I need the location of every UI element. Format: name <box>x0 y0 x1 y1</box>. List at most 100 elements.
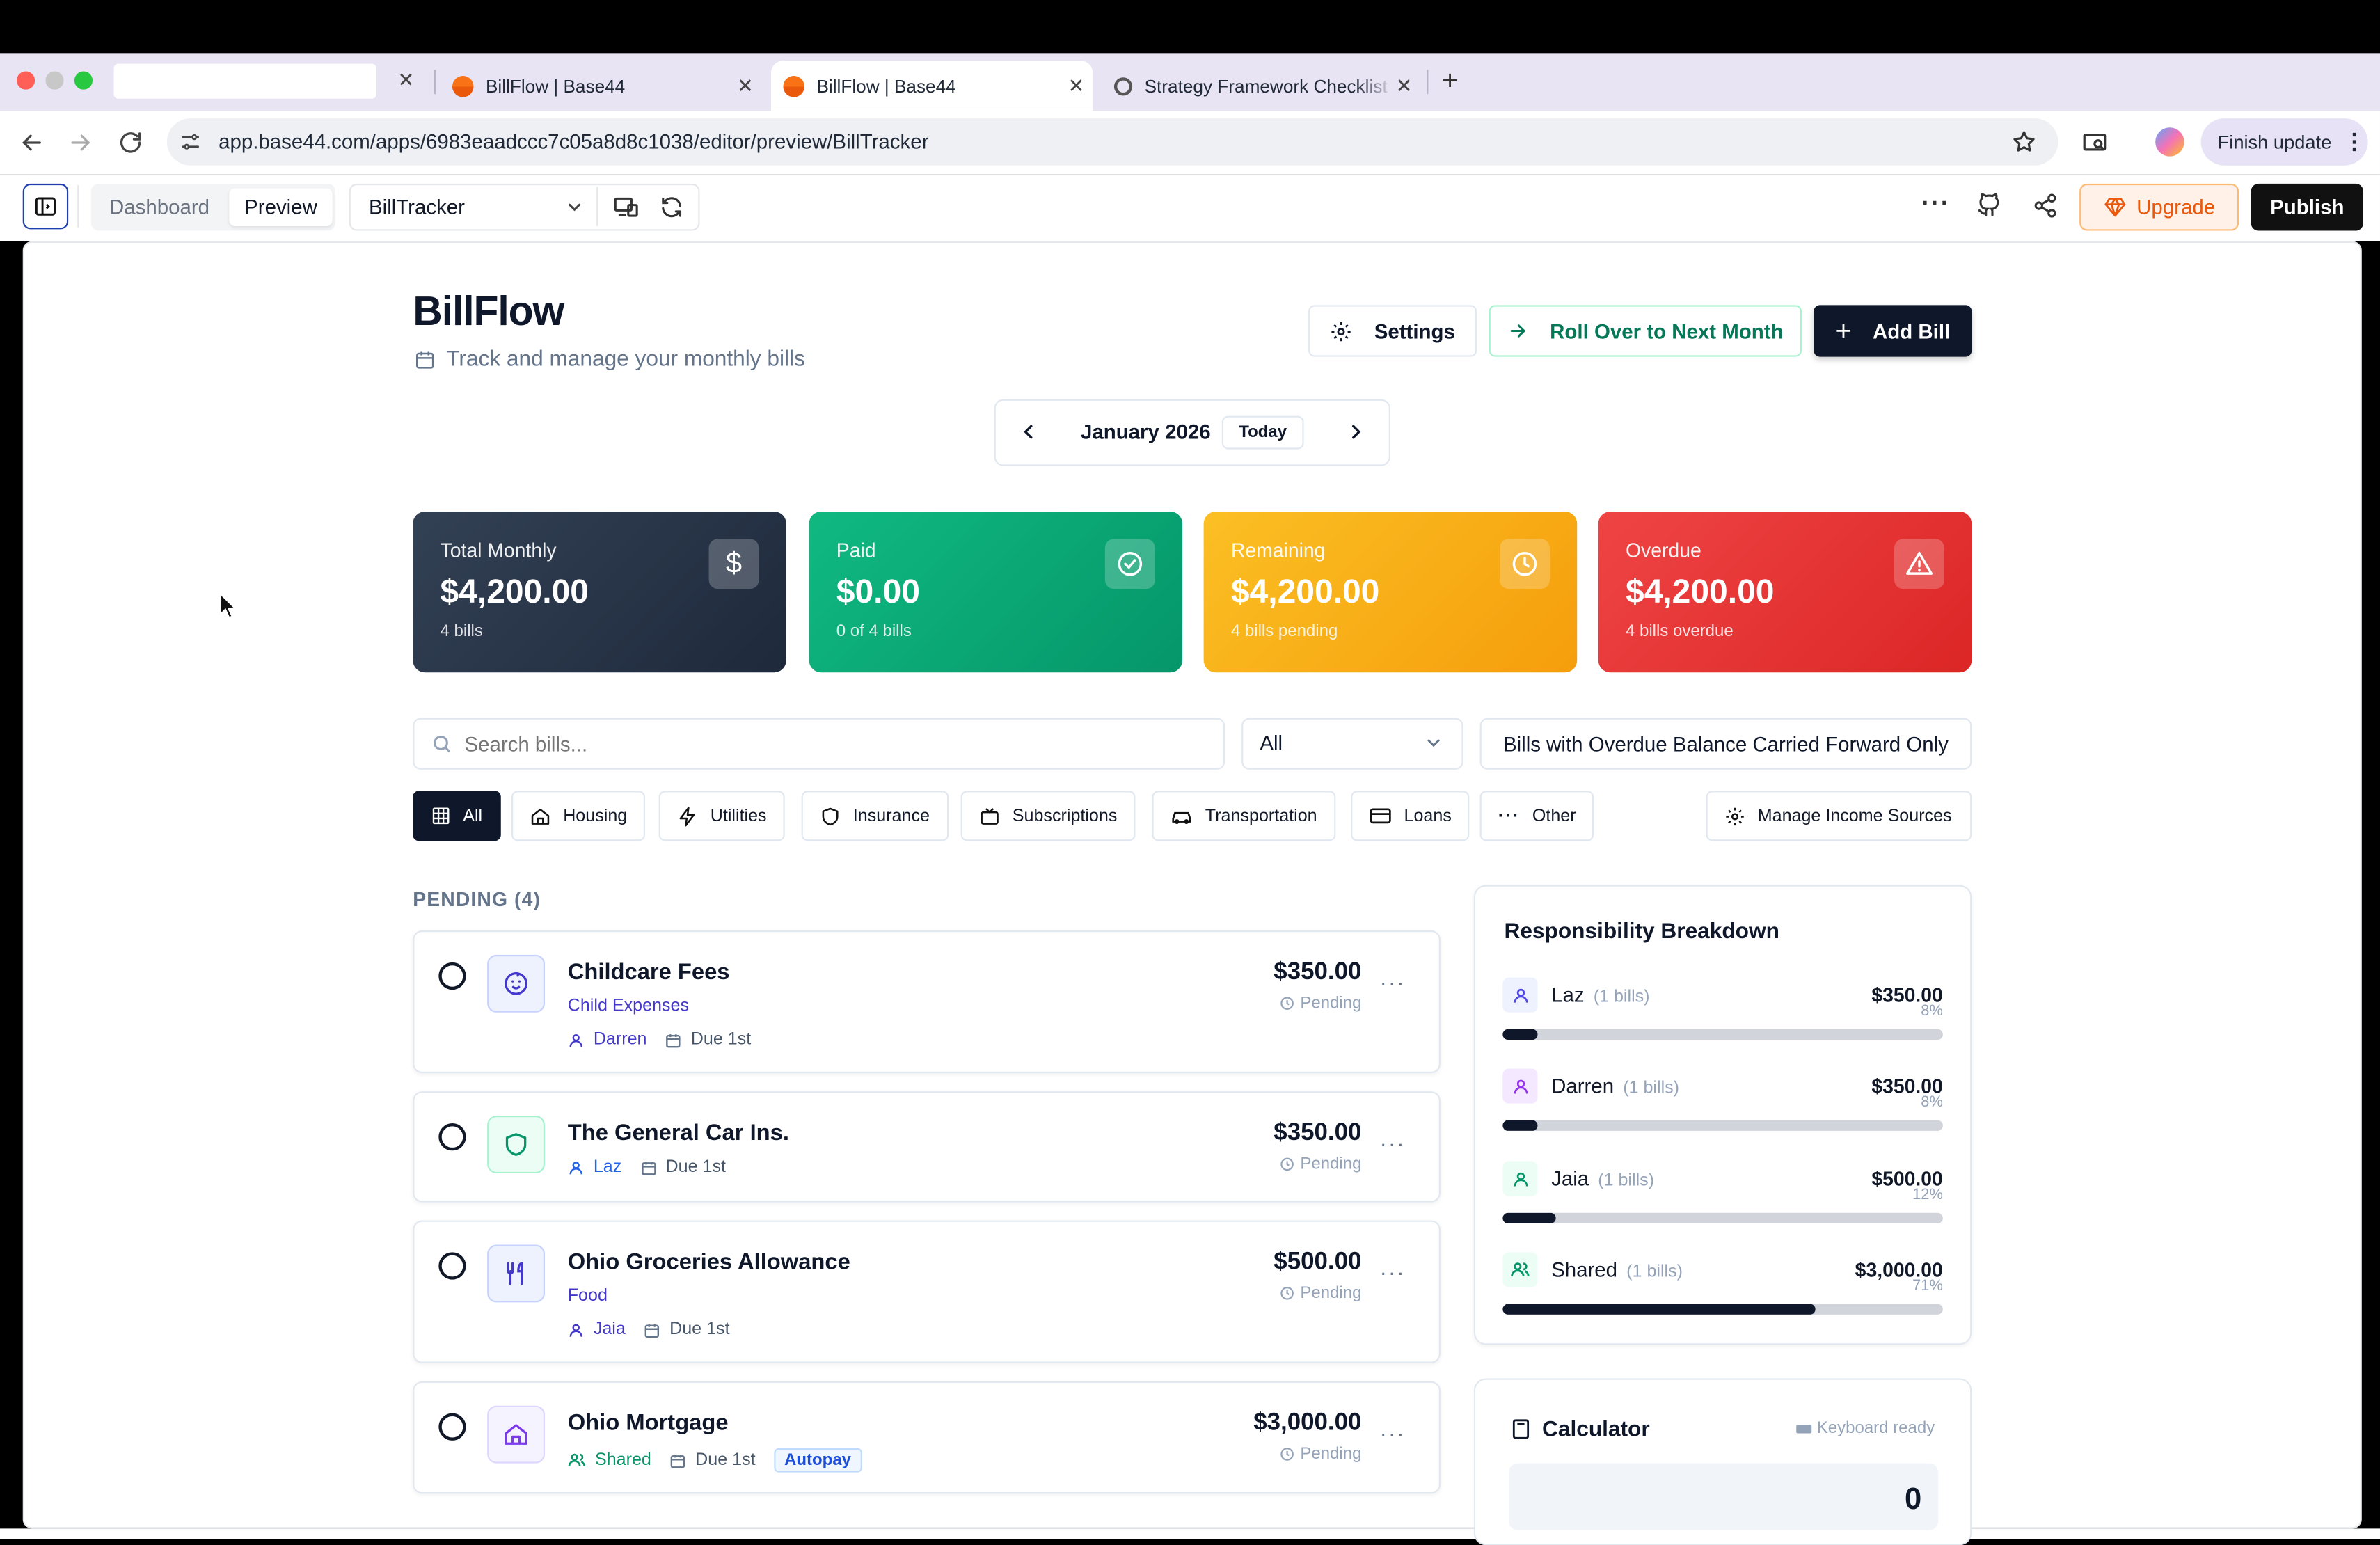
responsibility-title: Responsibility Breakdown <box>1504 919 1779 944</box>
gear-icon <box>1332 321 1351 341</box>
mark-paid-radio[interactable] <box>438 962 466 990</box>
settings-button[interactable]: Settings <box>1308 305 1477 357</box>
person-percent: 8% <box>1921 1003 1943 1020</box>
frame-bottom-margin <box>0 1528 2380 1539</box>
publish-button[interactable]: Publish <box>2251 183 2364 231</box>
category-chip-all[interactable]: All <box>413 791 501 841</box>
prev-month-chevron-icon[interactable] <box>1017 420 1040 443</box>
calendar-icon <box>644 1323 660 1337</box>
calculator-display-value: 0 <box>1905 1482 1922 1516</box>
bill-card[interactable]: Ohio Groceries Allowance Food Jaia Due 1… <box>413 1220 1441 1363</box>
tab-blank-close-icon[interactable]: ✕ <box>397 68 414 93</box>
category-chip-transportation[interactable]: Transportation <box>1152 791 1335 841</box>
upgrade-button[interactable]: Upgrade <box>2079 183 2239 231</box>
today-button[interactable]: Today <box>1221 415 1304 450</box>
tab-close-icon[interactable]: ✕ <box>1065 74 1087 98</box>
preview-tab[interactable]: Preview <box>229 188 333 226</box>
new-tab-plus-icon[interactable]: + <box>1442 65 1458 97</box>
sidebar-panel-icon <box>35 197 56 216</box>
url-text[interactable]: app.base44.com/apps/6983eaadccc7c05a8d8c… <box>219 131 928 154</box>
add-bill-button[interactable]: + Add Bill <box>1814 305 1972 357</box>
mark-paid-radio[interactable] <box>438 1252 466 1280</box>
bill-name: The General Car Ins. <box>567 1120 789 1146</box>
mark-paid-radio[interactable] <box>438 1413 466 1441</box>
person-name: Laz <box>1551 983 1585 1007</box>
carried-forward-toggle[interactable]: Bills with Overdue Balance Carried Forwa… <box>1479 718 1972 770</box>
rollover-label: Roll Over to Next Month <box>1550 319 1784 342</box>
bill-more-icon[interactable]: ··· <box>1380 1260 1406 1284</box>
gem-icon <box>2104 198 2125 217</box>
bill-more-icon[interactable]: ··· <box>1380 1131 1406 1155</box>
paid-card: Paid $0.00 0 of 4 bills <box>809 512 1183 673</box>
tab-billflow-1[interactable]: BillFlow | Base44 ✕ <box>452 61 756 111</box>
add-bill-label: Add Bill <box>1872 319 1951 342</box>
forward-arrow-icon[interactable] <box>67 129 94 156</box>
refresh-preview-icon[interactable] <box>659 194 685 220</box>
person-bill-count: (1 bills) <box>1626 1262 1683 1281</box>
finish-update-button[interactable]: Finish update ⋮ <box>2200 118 2368 166</box>
arrow-right-icon <box>1510 324 1526 338</box>
dashboard-tab[interactable]: Dashboard <box>97 188 222 226</box>
share-icon[interactable] <box>2033 193 2058 219</box>
bill-status-label: Pending <box>1300 1284 1362 1303</box>
tab-title: BillFlow | Base44 <box>485 74 626 97</box>
bill-meta: Shared Due 1st Autopay <box>568 1448 862 1473</box>
chip-label: Housing <box>563 807 628 825</box>
calculator-display[interactable] <box>1509 1463 1939 1530</box>
bill-card[interactable]: Ohio Mortgage Shared Due 1st Autopay $3,… <box>413 1381 1441 1494</box>
user-icon <box>1502 977 1538 1013</box>
bill-card[interactable]: The General Car Ins. Laz Due 1st $350.00… <box>413 1091 1441 1203</box>
rollover-button[interactable]: Roll Over to Next Month <box>1489 305 1802 357</box>
tab-billflow-active[interactable]: BillFlow | Base44 ✕ <box>771 61 1093 111</box>
bill-due: Due 1st <box>669 1320 730 1339</box>
users-icon <box>568 1453 586 1467</box>
mark-paid-radio[interactable] <box>438 1123 466 1151</box>
tab-close-icon[interactable]: ✕ <box>1393 74 1415 98</box>
github-icon[interactable] <box>1976 193 2002 219</box>
back-arrow-icon[interactable] <box>18 129 45 156</box>
bill-card[interactable]: Childcare Fees Child Expenses Darren Due… <box>413 930 1441 1074</box>
responsibility-row: Darren (1 bills) $350.00 8% <box>1502 1068 1943 1145</box>
site-settings-icon[interactable] <box>179 131 202 154</box>
window-maximize-button[interactable] <box>74 71 93 90</box>
category-chip-housing[interactable]: Housing <box>511 791 646 841</box>
bookmark-star-icon[interactable] <box>2011 129 2037 154</box>
cast-search-icon[interactable] <box>2081 129 2108 156</box>
profile-avatar[interactable] <box>2155 127 2184 157</box>
home-icon <box>531 807 550 824</box>
bill-owner: Laz <box>593 1158 622 1177</box>
bill-meta: Darren Due 1st <box>568 1031 751 1049</box>
sidebar-toggle-button[interactable] <box>22 183 69 230</box>
tab-close-icon[interactable]: ✕ <box>735 74 756 98</box>
window-minimize-button[interactable] <box>45 71 64 90</box>
category-chip-subscriptions[interactable]: Subscriptions <box>960 791 1136 841</box>
search-input[interactable] <box>464 725 1193 762</box>
category-chip-loans[interactable]: Loans <box>1351 791 1470 841</box>
overdue-card: Overdue $4,200.00 4 bills overdue <box>1598 512 1972 673</box>
next-month-chevron-icon[interactable] <box>1344 420 1367 443</box>
category-chip-utilities[interactable]: Utilities <box>658 791 785 841</box>
bill-status-label: Pending <box>1300 994 1362 1013</box>
openai-favicon-icon <box>1113 77 1133 95</box>
tab-strategy[interactable]: Strategy Framework Checklist ✕ <box>1113 61 1415 111</box>
person-bill-count: (1 bills) <box>1593 988 1650 1007</box>
base44-favicon-icon <box>783 74 804 97</box>
reload-icon[interactable] <box>117 129 144 156</box>
bill-due: Due 1st <box>690 1030 752 1049</box>
bill-category: Food <box>567 1287 608 1306</box>
manage-income-button[interactable]: Manage Income Sources <box>1706 791 1972 841</box>
bill-more-icon[interactable]: ··· <box>1380 970 1406 995</box>
person-bill-count: (1 bills) <box>1623 1079 1680 1098</box>
tab-blank[interactable] <box>113 63 376 99</box>
plus-icon: + <box>1835 315 1852 346</box>
category-chip-insurance[interactable]: Insurance <box>801 791 949 841</box>
more-options-icon[interactable]: ··· <box>1921 191 1950 219</box>
pending-heading: PENDING (4) <box>413 887 541 911</box>
clock-icon <box>1280 1448 1294 1461</box>
category-chip-other[interactable]: ··· Other <box>1479 791 1594 841</box>
car-icon <box>1172 811 1191 824</box>
window-close-button[interactable] <box>16 71 35 90</box>
device-preview-icon[interactable] <box>613 194 639 220</box>
bill-more-icon[interactable]: ··· <box>1380 1421 1406 1445</box>
bill-owner: Darren <box>593 1030 647 1049</box>
